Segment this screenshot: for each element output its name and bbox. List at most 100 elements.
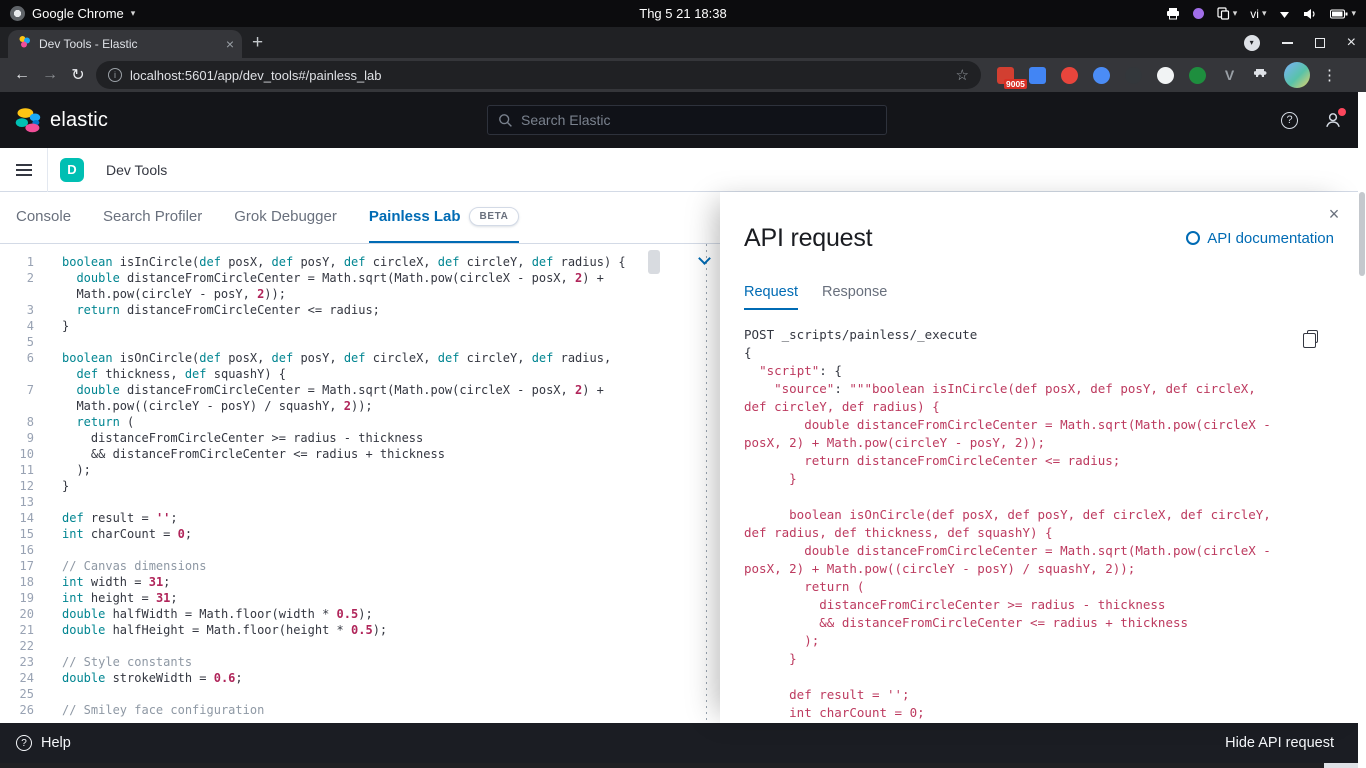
maximize-button[interactable] <box>1314 37 1325 48</box>
elastic-brand[interactable]: elastic <box>0 106 108 134</box>
page-scrollbar[interactable] <box>1358 92 1366 763</box>
printer-icon[interactable] <box>1166 7 1180 20</box>
code-line[interactable]: 11 ); <box>0 462 666 478</box>
minimize-button[interactable] <box>1281 41 1293 44</box>
help-button[interactable]: ? Help <box>16 735 71 751</box>
code-line[interactable]: 18 int width = 31; <box>0 574 666 590</box>
flyout-tab-request[interactable]: Request <box>744 284 799 310</box>
browser-menu-icon[interactable]: ⋮ <box>1322 66 1337 84</box>
extension-icon-dark[interactable] <box>1125 66 1142 84</box>
hide-api-request-button[interactable]: Hide API request <box>1225 735 1348 751</box>
code-line[interactable]: 26// Smiley face configuration <box>0 702 666 718</box>
horizontal-scrollbar[interactable] <box>0 763 1366 768</box>
indicator-icon[interactable] <box>1192 8 1204 19</box>
new-tab-button[interactable]: + <box>252 32 263 54</box>
code-line[interactable]: 10 && distanceFromCircleCenter <= radius… <box>0 446 666 462</box>
elastic-logo-icon <box>15 108 41 133</box>
breadcrumb[interactable]: Dev Tools <box>106 162 167 178</box>
line-number: 24 <box>19 671 34 685</box>
code-line[interactable]: 20 double halfWidth = Math.floor(width * … <box>0 606 666 622</box>
request-code-line: && distanceFromCircleCenter <= radius + … <box>744 615 1189 630</box>
code-editor[interactable]: 1 boolean isInCircle(def posX, def posY, … <box>0 244 666 723</box>
extension-icon-crimson[interactable] <box>1061 66 1078 84</box>
tab-search-button[interactable]: ▾ <box>1243 34 1260 51</box>
code-line[interactable]: 22 <box>0 638 666 654</box>
extension-icon-green[interactable] <box>1189 66 1206 84</box>
code-line[interactable]: 6 boolean isOnCircle(def posX, def posY, … <box>0 350 666 382</box>
back-button[interactable]: ← <box>8 61 36 89</box>
request-code-line <box>744 488 1280 506</box>
tab-painless-lab[interactable]: Painless Lab BETA <box>368 192 520 243</box>
code-line[interactable]: 2 double distanceFromCircleCenter = Math… <box>0 270 666 302</box>
forward-button[interactable]: → <box>36 61 64 89</box>
keyboard-layout-indicator[interactable]: vi ▾ <box>1250 7 1266 21</box>
volume-icon[interactable] <box>1303 8 1317 20</box>
dev-tools-workspace: Console Search Profiler Grok Debugger Painl… <box>0 192 1366 723</box>
extension-icon-multicolor[interactable] <box>1093 66 1110 84</box>
line-number: 17 <box>19 559 34 573</box>
extension-icon-letter-v[interactable]: V <box>1221 67 1238 84</box>
code-line[interactable]: 5 <box>0 334 666 350</box>
tab-label: Search Profiler <box>103 208 203 225</box>
code-line[interactable]: 4} <box>0 318 666 334</box>
request-code-line: } <box>744 471 797 486</box>
line-number: 20 <box>19 607 34 621</box>
tab-console[interactable]: Console <box>16 192 71 243</box>
line-number: 16 <box>19 543 34 557</box>
profile-avatar[interactable] <box>1284 62 1310 88</box>
extension-icon-red[interactable]: 9005 <box>997 66 1027 89</box>
api-documentation-link[interactable]: API documentation <box>1186 230 1334 247</box>
line-number: 15 <box>19 527 34 541</box>
flyout-close-icon[interactable]: × <box>1324 204 1344 224</box>
code-line[interactable]: 12} <box>0 478 666 494</box>
clipboard-icon[interactable]: ▾ <box>1217 7 1237 20</box>
bookmark-star-icon[interactable]: ☆ <box>956 66 969 84</box>
copy-icon[interactable] <box>1303 330 1318 348</box>
extension-icon-white[interactable] <box>1157 66 1174 84</box>
nav-menu-button[interactable] <box>0 147 48 192</box>
code-line[interactable]: 19 int height = 31; <box>0 590 666 606</box>
panel-resizer[interactable] <box>706 244 707 723</box>
browser-tab[interactable]: Dev Tools - Elastic × <box>8 30 242 58</box>
code-line[interactable]: 8 return ( <box>0 414 666 430</box>
code-line[interactable]: 3 return distanceFromCircleCenter <= rad… <box>0 302 666 318</box>
address-bar[interactable]: i localhost:5601/app/dev_tools#/painless… <box>96 61 981 89</box>
reload-button[interactable]: ↻ <box>64 61 92 89</box>
space-avatar[interactable]: D <box>60 157 84 182</box>
window-close-button[interactable]: × <box>1347 34 1356 51</box>
extension-icon-blue[interactable] <box>1029 66 1046 84</box>
code-line[interactable]: 1 boolean isInCircle(def posX, def posY, … <box>0 254 666 270</box>
editor-scrollbar-thumb[interactable] <box>648 250 660 274</box>
tab-grok-debugger[interactable]: Grok Debugger <box>234 192 337 243</box>
code-line[interactable]: 15 int charCount = 0; <box>0 526 666 542</box>
api-documentation-label: API documentation <box>1207 229 1334 247</box>
window-controls: ▾ × <box>1243 27 1360 58</box>
flyout-title: API request <box>744 224 873 252</box>
flyout-tab-response[interactable]: Response <box>822 284 887 310</box>
tab-search-profiler[interactable]: Search Profiler <box>103 192 202 243</box>
chevron-down-icon[interactable] <box>698 252 711 265</box>
tab-close-icon[interactable]: × <box>226 37 234 51</box>
active-app-menu[interactable]: Google Chrome ▾ <box>10 6 135 21</box>
code-line[interactable]: 25 <box>0 686 666 702</box>
network-icon[interactable] <box>1279 9 1290 19</box>
battery-icon[interactable]: ▾ <box>1330 8 1356 19</box>
extensions-puzzle-icon[interactable] <box>1254 67 1270 83</box>
code-line[interactable]: 24 double strokeWidth = 0.6; <box>0 670 666 686</box>
code-line[interactable]: 21 double halfHeight = Math.floor(height … <box>0 622 666 638</box>
clock[interactable]: Thg 5 21 18:38 <box>639 6 726 21</box>
code-line[interactable]: 14 def result = ''; <box>0 510 666 526</box>
code-line[interactable]: 23// Style constants <box>0 654 666 670</box>
code-line[interactable]: 16 <box>0 542 666 558</box>
code-line[interactable]: 7 double distanceFromCircleCenter = Math… <box>0 382 666 414</box>
code-line[interactable]: 9 distanceFromCircleCenter >= radius - t… <box>0 430 666 446</box>
code-line[interactable]: 17// Canvas dimensions <box>0 558 666 574</box>
keyboard-layout-label: vi <box>1250 6 1259 21</box>
global-search-input[interactable]: Search Elastic <box>487 105 887 135</box>
user-menu-icon[interactable] <box>1324 108 1346 129</box>
site-info-icon[interactable]: i <box>108 68 122 82</box>
request-code-line: } <box>744 651 797 666</box>
code-line[interactable]: 13 <box>0 494 666 510</box>
help-menu-icon[interactable]: ? <box>1281 111 1298 129</box>
page-scrollbar-thumb[interactable] <box>1359 192 1365 276</box>
